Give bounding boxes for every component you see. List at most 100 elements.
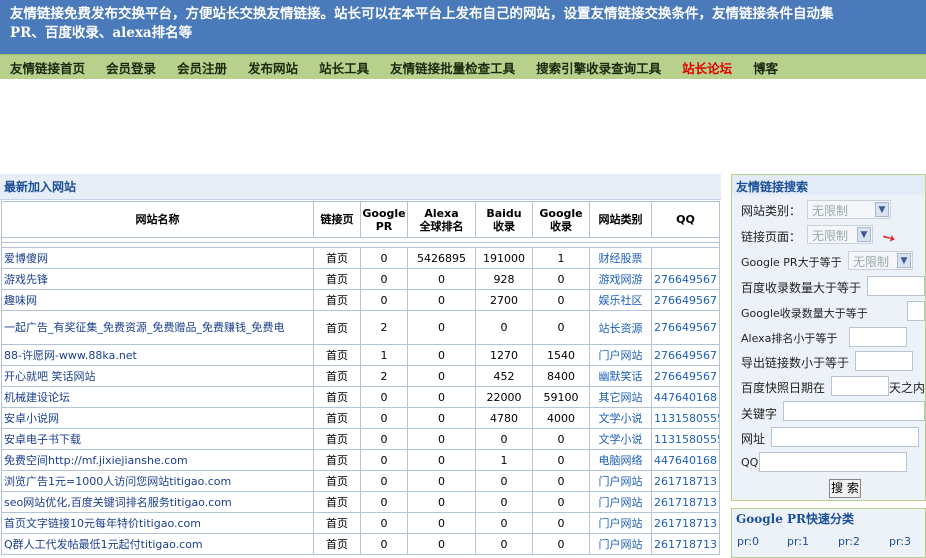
nav-item[interactable]: 会员注册: [177, 58, 227, 77]
link-page-cell[interactable]: 首页: [313, 407, 361, 429]
google-pr-cell: 1: [360, 344, 408, 366]
link-page-cell[interactable]: 首页: [313, 449, 361, 471]
site-type-cell[interactable]: 门户网站: [589, 533, 652, 555]
qq-cell[interactable]: 447640168: [651, 449, 720, 471]
alexa-rank-input[interactable]: [849, 327, 907, 347]
link-page-cell[interactable]: 首页: [313, 310, 361, 345]
site-type-cell[interactable]: 娱乐社区: [589, 289, 652, 311]
link-page-cell[interactable]: 首页: [313, 268, 361, 290]
url-input[interactable]: [771, 427, 919, 447]
site-banner: 友情链接免费发布交换平台，方便站长交换友情链接。站长可以在本平台上发布自己的网站…: [0, 0, 926, 54]
link-page-cell[interactable]: 首页: [313, 365, 361, 387]
site-type-cell[interactable]: 游戏网游: [589, 268, 652, 290]
qq-cell[interactable]: 276649567: [651, 289, 720, 311]
latest-sites-title: 最新加入网站: [4, 180, 77, 194]
alexa-rank-cell: 0: [407, 512, 476, 534]
link-page-cell[interactable]: 首页: [313, 289, 361, 311]
qq-cell[interactable]: 276649567: [651, 310, 720, 345]
qq-cell[interactable]: 276649567: [651, 268, 720, 290]
link-page-select[interactable]: 无限制 ▼: [807, 225, 873, 244]
link-page-cell[interactable]: 首页: [313, 247, 361, 269]
link-page-cell[interactable]: 首页: [313, 470, 361, 492]
link-page-cell[interactable]: 首页: [313, 533, 361, 555]
pr-link-3[interactable]: pr:3: [889, 535, 911, 548]
site-name-cell[interactable]: 免费空间http://mf.jixiejianshe.com: [1, 449, 314, 471]
qq-cell[interactable]: 276649567: [651, 365, 720, 387]
nav-item[interactable]: 友情链接批量检查工具: [390, 58, 515, 77]
table-row: 免费空间http://mf.jixiejianshe.com 首页 0 0 1 0 电脑网络…: [1, 449, 720, 471]
qq-cell[interactable]: 261718713: [651, 491, 720, 513]
site-name-cell[interactable]: 88-许愿网-www.88ka.net: [1, 344, 314, 366]
site-name-cell[interactable]: 安卓电子书下载: [1, 428, 314, 450]
site-type-cell[interactable]: 站长资源: [589, 310, 652, 345]
link-page-cell[interactable]: 首页: [313, 386, 361, 408]
nav-item[interactable]: 发布网站: [248, 58, 298, 77]
pr-link-2[interactable]: pr:2: [838, 535, 860, 548]
site-name-cell[interactable]: 机械建设论坛: [1, 386, 314, 408]
site-name-cell[interactable]: 爱博傻网: [1, 247, 314, 269]
site-type-cell[interactable]: 文学小说: [589, 407, 652, 429]
site-name-cell[interactable]: seo网站优化,百度关键词排名服务titigao.com: [1, 491, 314, 513]
site-name-cell[interactable]: 趣味网: [1, 289, 314, 311]
pr-link-0[interactable]: pr:0: [737, 535, 759, 548]
site-type-cell[interactable]: 门户网站: [589, 512, 652, 534]
link-page-cell[interactable]: 首页: [313, 491, 361, 513]
outlinks-input[interactable]: [855, 351, 913, 371]
alexa-rank-cell: 0: [407, 365, 476, 387]
qq-cell[interactable]: 261718713: [651, 512, 720, 534]
google-pr-cell: 0: [360, 449, 408, 471]
nav-item[interactable]: 站长工具: [319, 58, 369, 77]
keyword-label: 关键字: [741, 407, 778, 421]
site-name-cell[interactable]: 开心就吧 笑话网站: [1, 365, 314, 387]
site-name-cell[interactable]: 游戏先锋: [1, 268, 314, 290]
alexa-rank-cell: 0: [407, 344, 476, 366]
nav-item[interactable]: 会员登录: [106, 58, 156, 77]
link-search-title: 友情链接搜索: [732, 175, 925, 195]
pr-link-1[interactable]: pr:1: [787, 535, 809, 548]
google-count-input[interactable]: [907, 301, 925, 321]
site-type-cell[interactable]: 财经股票: [589, 247, 652, 269]
link-page-cell[interactable]: 首页: [313, 512, 361, 534]
site-type-cell[interactable]: 其它网站: [589, 386, 652, 408]
snapshot-days-input[interactable]: [831, 376, 889, 396]
nav-item[interactable]: 站长论坛: [682, 58, 732, 77]
site-name-cell[interactable]: 安卓小说网: [1, 407, 314, 429]
site-type-cell[interactable]: 幽默笑话: [589, 365, 652, 387]
site-type-cell[interactable]: 门户网站: [589, 344, 652, 366]
link-page-cell[interactable]: 首页: [313, 428, 361, 450]
keyword-input[interactable]: [783, 401, 925, 421]
nav-item[interactable]: 博客: [753, 58, 778, 77]
link-page-value: 无限制: [812, 229, 849, 243]
qq-cell[interactable]: [651, 247, 720, 269]
site-name-cell[interactable]: 首页文字链接10元每年特价titigao.com: [1, 512, 314, 534]
google-index-cell: 0: [532, 310, 590, 345]
qq-cell[interactable]: 1131580555: [651, 428, 720, 450]
site-type-select[interactable]: 无限制 ▼: [807, 200, 891, 219]
link-page-cell[interactable]: 首页: [313, 344, 361, 366]
nav-item[interactable]: 友情链接首页: [10, 58, 85, 77]
pr-select[interactable]: 无限制 ▼: [848, 251, 913, 270]
alexa-rank-cell: 0: [407, 289, 476, 311]
qq-input[interactable]: [759, 452, 907, 472]
site-type-cell[interactable]: 文学小说: [589, 428, 652, 450]
banner-line-1: 友情链接免费发布交换平台，方便站长交换友情链接。站长可以在本平台上发布自己的网站…: [10, 6, 834, 22]
qq-cell[interactable]: 261718713: [651, 470, 720, 492]
site-type-cell[interactable]: 门户网站: [589, 470, 652, 492]
qq-cell[interactable]: 447640168: [651, 386, 720, 408]
qq-cell[interactable]: 261718713: [651, 533, 720, 555]
table-row: 一起广告_有奖征集_免费资源_免费赠品_免费赚钱_免费电 首页 2 0 0 0 站长资源 27…: [1, 310, 720, 345]
site-type-label: 网站类别：: [741, 204, 802, 218]
nav-item[interactable]: 搜索引擎收录查询工具: [536, 58, 661, 77]
baidu-count-input[interactable]: [867, 276, 925, 296]
site-type-cell[interactable]: 电脑网络: [589, 449, 652, 471]
search-button[interactable]: 搜 索: [829, 479, 861, 498]
site-name-cell[interactable]: 浏览广告1元=1000人访问您网站titigao.com: [1, 470, 314, 492]
qq-cell[interactable]: 276649567: [651, 344, 720, 366]
qq-cell[interactable]: 1131580555: [651, 407, 720, 429]
alexa-rank-cell: 0: [407, 310, 476, 345]
google-count-label: Google收录数量大于等于: [741, 307, 868, 320]
site-name-cell[interactable]: 一起广告_有奖征集_免费资源_免费赠品_免费赚钱_免费电: [1, 310, 314, 345]
alexa-rank-cell: 0: [407, 407, 476, 429]
site-name-cell[interactable]: Q群人工代发帖最低1元起付titigao.com: [1, 533, 314, 555]
site-type-cell[interactable]: 门户网站: [589, 491, 652, 513]
